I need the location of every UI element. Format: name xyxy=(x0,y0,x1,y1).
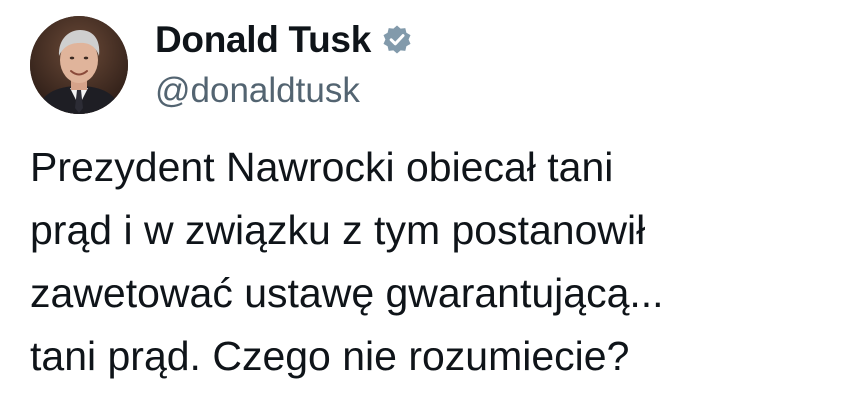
tweet-text: Prezydent Nawrocki obiecał tani prąd i w… xyxy=(30,136,830,388)
author-identity: Donald Tusk @donaldtusk xyxy=(155,18,413,112)
author-display-name[interactable]: Donald Tusk xyxy=(155,18,371,62)
author-handle[interactable]: @donaldtusk xyxy=(155,70,413,112)
tweet-text-line: zawetować ustawę gwarantującą... xyxy=(30,270,664,316)
name-row: Donald Tusk xyxy=(155,18,413,62)
tweet-text-line: Prezydent Nawrocki obiecał tani xyxy=(30,144,614,190)
avatar[interactable] xyxy=(30,16,128,114)
tweet-text-line: tani prąd. Czego nie rozumiecie? xyxy=(30,333,630,379)
tweet-card: Donald Tusk @donaldtusk Prezydent Nawroc… xyxy=(0,0,845,414)
avatar-image xyxy=(30,16,128,114)
tweet-text-line: prąd i w związku z tym postanowił xyxy=(30,207,646,253)
tweet-header: Donald Tusk @donaldtusk xyxy=(30,16,413,114)
verified-badge-icon xyxy=(381,24,413,56)
